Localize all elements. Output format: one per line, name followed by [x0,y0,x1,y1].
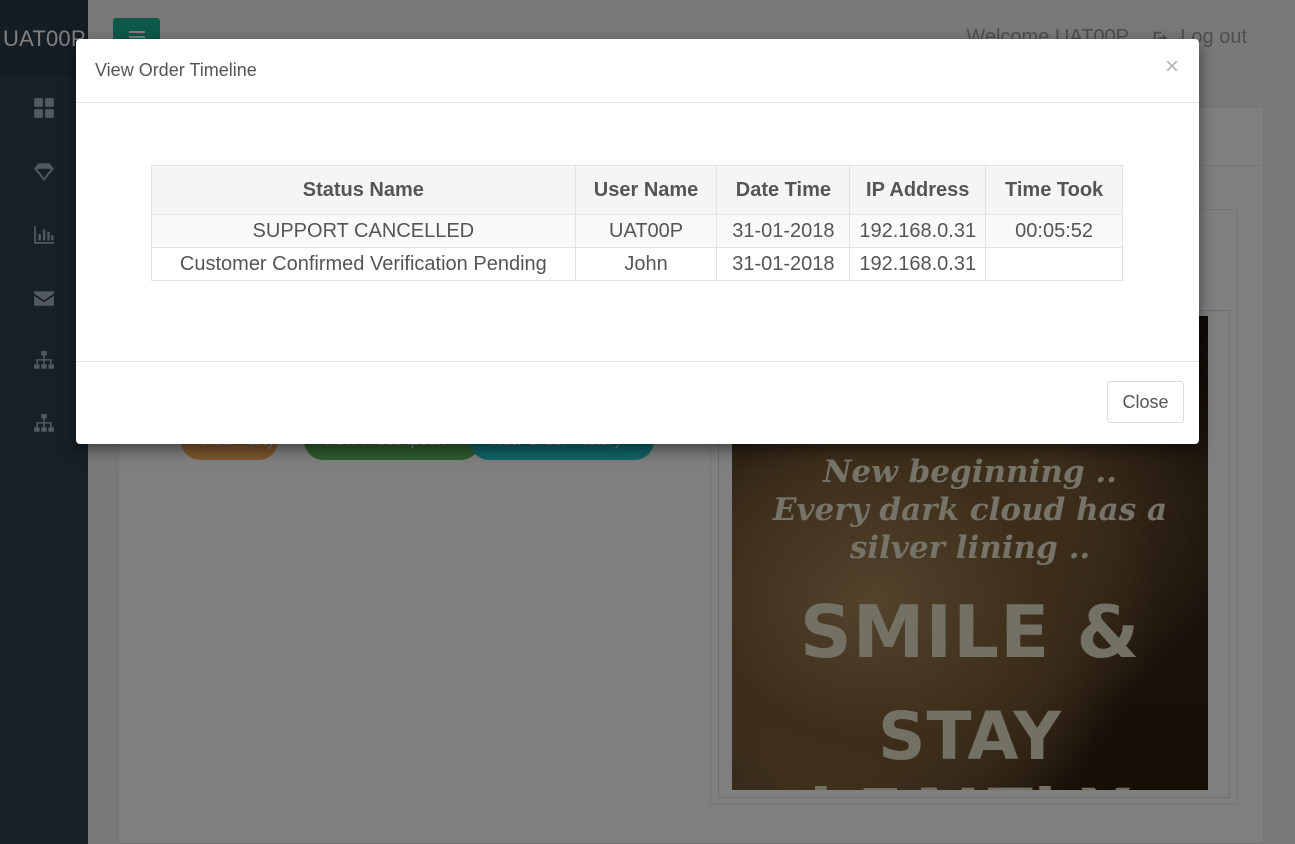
user-name-cell: John [574,247,718,281]
date-time-cell: 31-01-2018 [716,247,851,281]
user-name-cell: UAT00P [574,214,718,248]
modal-title: View Order Timeline [95,60,257,80]
column-header: IP Address [849,165,987,215]
table-row: Customer Confirmed Verification Pending … [151,247,1123,281]
order-timeline-modal: View Order Timeline × Status Name User N… [76,39,1199,444]
modal-header: View Order Timeline × [76,39,1199,103]
modal-body: Status Name User Name Date Time IP Addre… [76,103,1199,362]
status-name-cell: Customer Confirmed Verification Pending [151,247,576,281]
timeline-table: Status Name User Name Date Time IP Addre… [151,165,1123,281]
ip-address-cell: 192.168.0.31 [849,214,987,248]
table-row: SUPPORT CANCELLED UAT00P 31-01-2018 192.… [151,214,1123,248]
column-header: Date Time [716,165,851,215]
modal-footer: Close [76,362,1199,443]
column-header: User Name [574,165,718,215]
time-took-cell: 00:05:52 [985,214,1123,248]
table-header-row: Status Name User Name Date Time IP Addre… [151,165,1123,215]
column-header: Time Took [985,165,1123,215]
column-header: Status Name [151,165,576,215]
ip-address-cell: 192.168.0.31 [849,247,987,281]
status-name-cell: SUPPORT CANCELLED [151,214,576,248]
date-time-cell: 31-01-2018 [716,214,851,248]
close-button[interactable]: Close [1107,381,1184,423]
close-icon[interactable]: × [1165,55,1179,79]
time-took-cell [985,247,1123,281]
